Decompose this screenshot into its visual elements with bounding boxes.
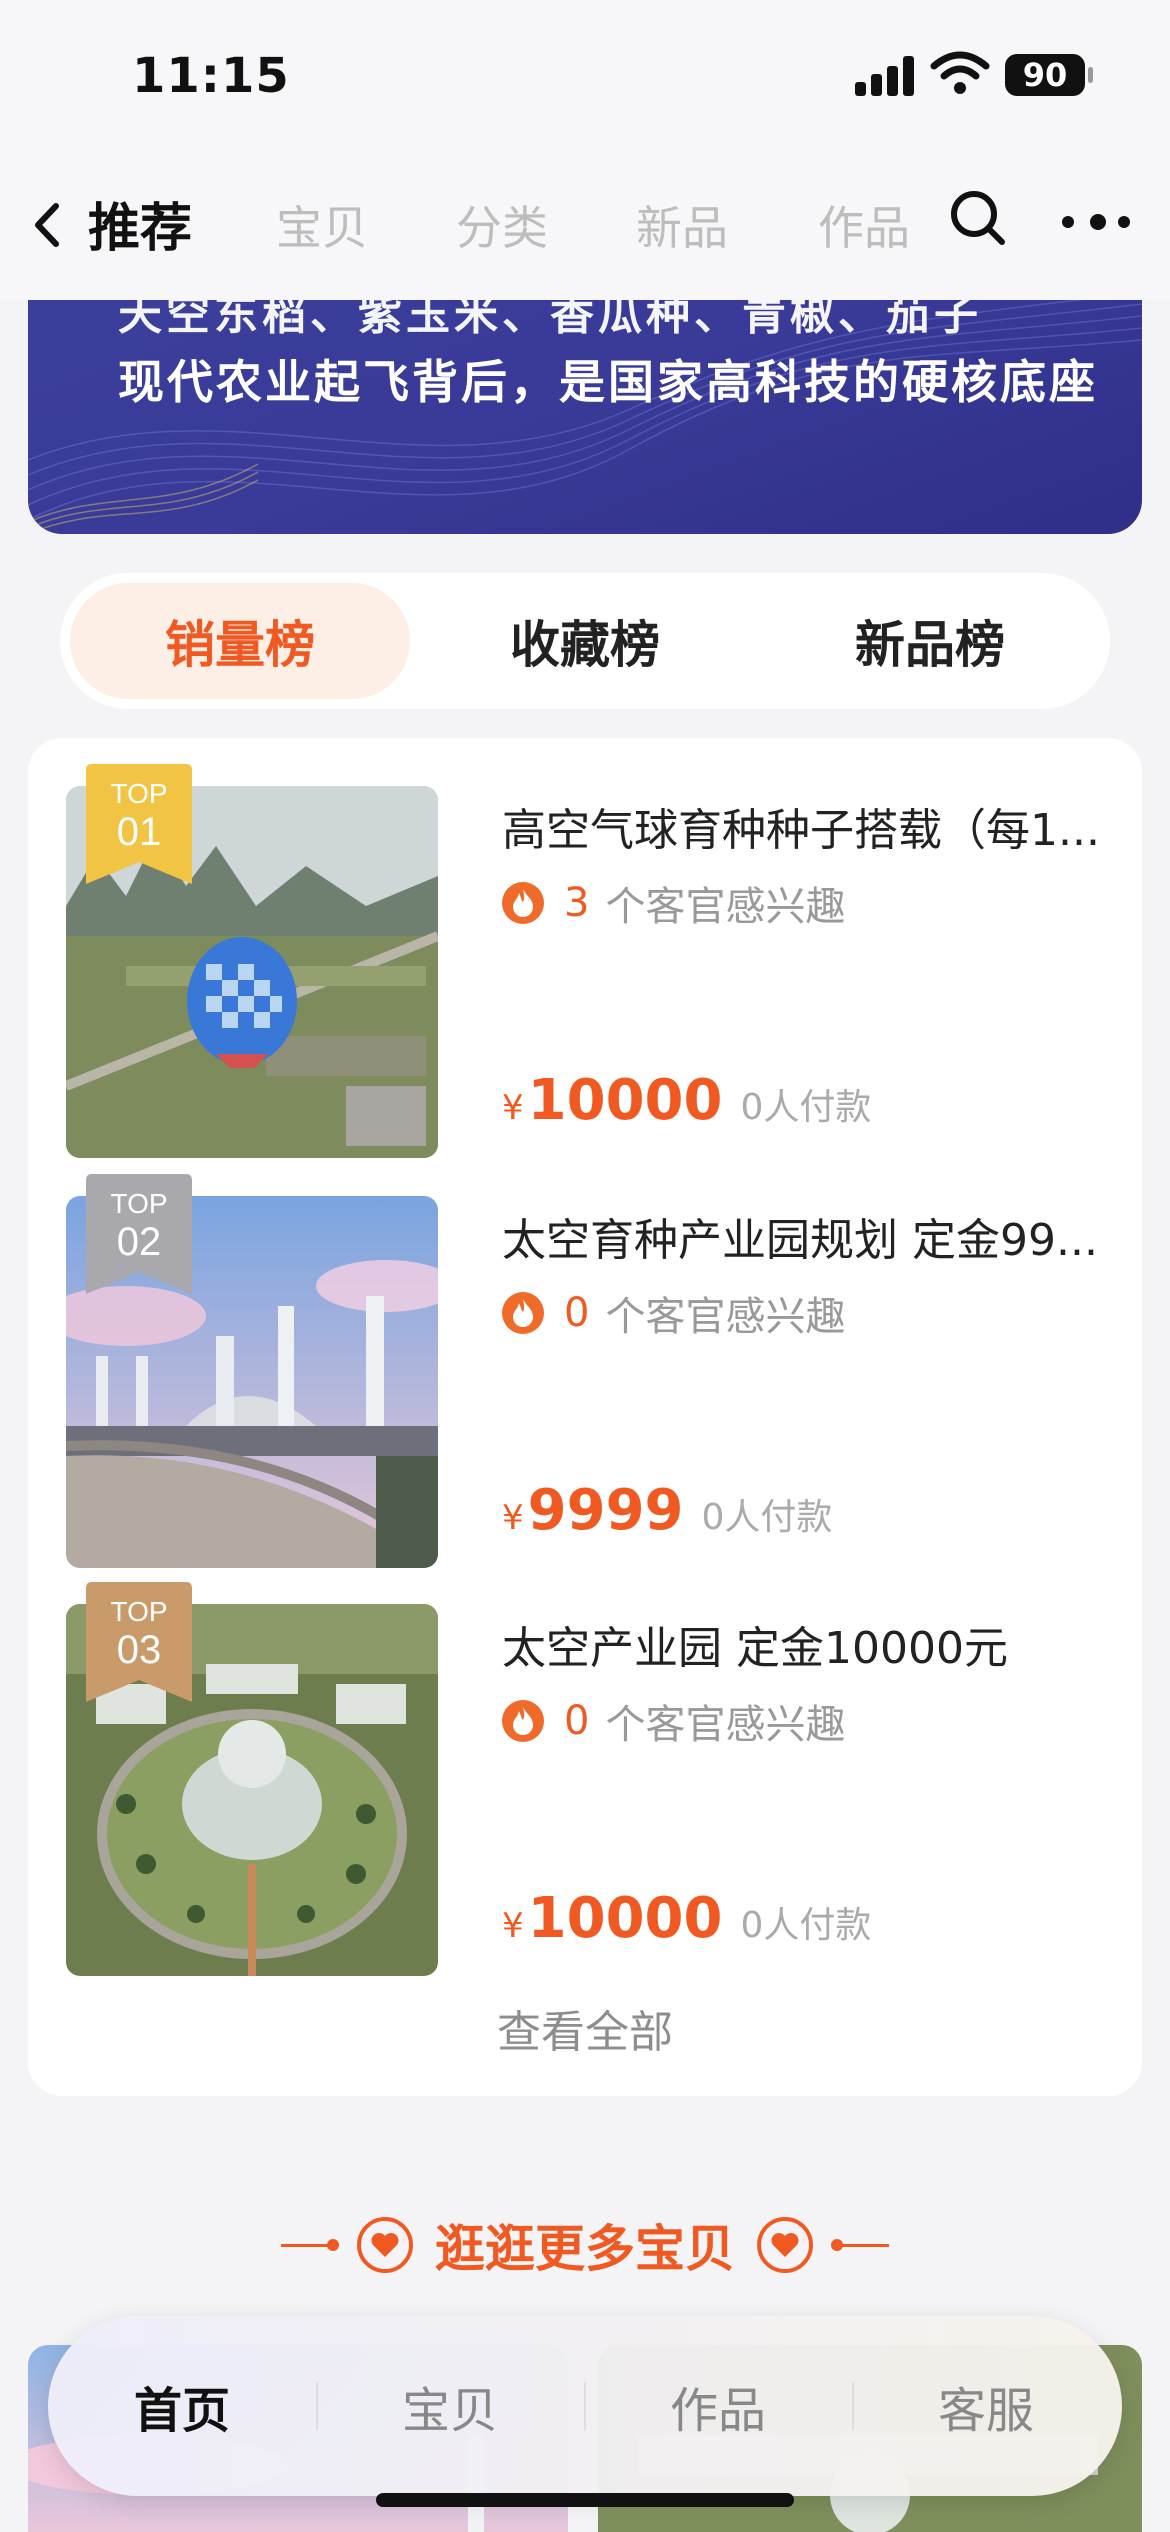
- price-amount: 9999: [527, 1478, 684, 1543]
- rank-badge-3: TOP 03: [86, 1582, 192, 1702]
- bottom-tab-bar: 首页 宝贝 作品 客服: [48, 2316, 1122, 2496]
- tab-customer-service[interactable]: 客服: [852, 2316, 1120, 2496]
- banner-headline: 现代农业起飞背后，是国家高科技的硬核底座: [118, 355, 1098, 409]
- interest-text: 个客官感兴趣: [605, 1294, 846, 1340]
- interest-count: 0: [564, 1698, 590, 1744]
- ranking-item-2[interactable]: TOP 02 太空育种产业园规划 定金99... 0 个客官感兴趣 ¥ 9999…: [66, 1174, 1106, 1568]
- heart-icon: [357, 2217, 413, 2273]
- tab-baby[interactable]: 宝贝: [316, 2316, 584, 2496]
- rank-number: 02: [116, 1220, 162, 1264]
- view-all-link[interactable]: 查看全部: [28, 1996, 1142, 2060]
- interest-count: 3: [564, 880, 590, 926]
- price-row: ¥ 10000 0人付款: [502, 1886, 871, 1951]
- price-row: ¥ 9999 0人付款: [502, 1478, 832, 1543]
- ranking-tabs: 销量榜 收藏榜 新品榜: [60, 573, 1110, 709]
- rank-badge-1: TOP 01: [86, 764, 192, 884]
- back-icon[interactable]: [28, 190, 68, 260]
- heart-icon: [757, 2217, 813, 2273]
- fire-icon: [502, 1292, 544, 1334]
- nav-tab-category[interactable]: 分类: [456, 192, 548, 258]
- product-title[interactable]: 太空育种产业园规划 定金99...: [502, 1204, 1112, 1268]
- rank-number: 03: [116, 1628, 162, 1672]
- ranking-item-3[interactable]: TOP 03 太空产业园 定金10000元 0 个客官感兴趣 ¥ 10000 0…: [66, 1582, 1106, 1976]
- interest-info: 0 个客官感兴趣: [502, 1692, 845, 1750]
- nav-tab-works[interactable]: 作品: [818, 192, 910, 258]
- rank-number: 01: [116, 810, 162, 854]
- banner-partial-text: 天空东稻、紫玉米、香瓜种、青椒、茄子: [118, 300, 982, 340]
- interest-info: 3 个客官感兴趣: [502, 874, 845, 932]
- search-icon[interactable]: [948, 188, 1008, 248]
- rank-top-label: TOP: [110, 1188, 168, 1219]
- nav-tab-new[interactable]: 新品: [636, 192, 728, 258]
- currency-symbol: ¥: [502, 1498, 524, 1538]
- more-items-header: 逛逛更多宝贝: [0, 2210, 1170, 2280]
- price-row: ¥ 10000 0人付款: [502, 1068, 871, 1133]
- more-items-title: 逛逛更多宝贝: [435, 2220, 735, 2278]
- status-time: 11:15: [132, 48, 290, 104]
- interest-text: 个客官感兴趣: [605, 1702, 846, 1748]
- more-options-icon[interactable]: [1062, 210, 1132, 230]
- top-nav-bar: 推荐 宝贝 分类 新品 作品: [0, 150, 1170, 300]
- battery-icon: 90: [1005, 54, 1093, 96]
- home-indicator[interactable]: [376, 2493, 794, 2507]
- paid-count: 0人付款: [701, 1497, 833, 1538]
- ranking-card: TOP 01 高空气球育种种子搭载（每1... 3 个客官感兴趣 ¥ 10000…: [28, 738, 1142, 2096]
- interest-info: 0 个客官感兴趣: [502, 1284, 845, 1342]
- ranking-item-1[interactable]: TOP 01 高空气球育种种子搭载（每1... 3 个客官感兴趣 ¥ 10000…: [66, 764, 1106, 1158]
- wifi-icon: [930, 51, 990, 94]
- paid-count: 0人付款: [740, 1905, 872, 1946]
- fire-icon: [502, 1700, 544, 1742]
- divider-left: [281, 2238, 339, 2251]
- product-title[interactable]: 高空气球育种种子搭载（每1...: [502, 794, 1112, 858]
- nav-tab-baby[interactable]: 宝贝: [276, 192, 368, 258]
- price-amount: 10000: [527, 1068, 723, 1133]
- tab-home[interactable]: 首页: [48, 2316, 316, 2496]
- divider-right: [831, 2238, 889, 2251]
- rank-badge-2: TOP 02: [86, 1174, 192, 1294]
- battery-level: 90: [1022, 56, 1068, 94]
- paid-count: 0人付款: [740, 1087, 872, 1128]
- interest-count: 0: [564, 1290, 590, 1336]
- tab-works[interactable]: 作品: [584, 2316, 852, 2496]
- rank-top-label: TOP: [110, 778, 168, 809]
- price-amount: 10000: [527, 1886, 723, 1951]
- status-bar: 11:15 90: [0, 0, 1170, 150]
- product-title[interactable]: 太空产业园 定金10000元: [502, 1612, 1112, 1676]
- nav-title[interactable]: 推荐: [88, 186, 192, 261]
- cellular-signal-icon: [855, 56, 915, 96]
- fire-icon: [502, 882, 544, 924]
- tab-sales-ranking[interactable]: 销量榜: [70, 583, 410, 699]
- currency-symbol: ¥: [502, 1906, 524, 1946]
- tab-new-ranking[interactable]: 新品榜: [760, 583, 1100, 699]
- interest-text: 个客官感兴趣: [605, 884, 846, 930]
- rank-top-label: TOP: [110, 1596, 168, 1627]
- promo-banner[interactable]: 天空东稻、紫玉米、香瓜种、青椒、茄子 现代农业起飞背后，是国家高科技的硬核底座: [28, 300, 1142, 534]
- tab-favorites-ranking[interactable]: 收藏榜: [415, 583, 755, 699]
- currency-symbol: ¥: [502, 1088, 524, 1128]
